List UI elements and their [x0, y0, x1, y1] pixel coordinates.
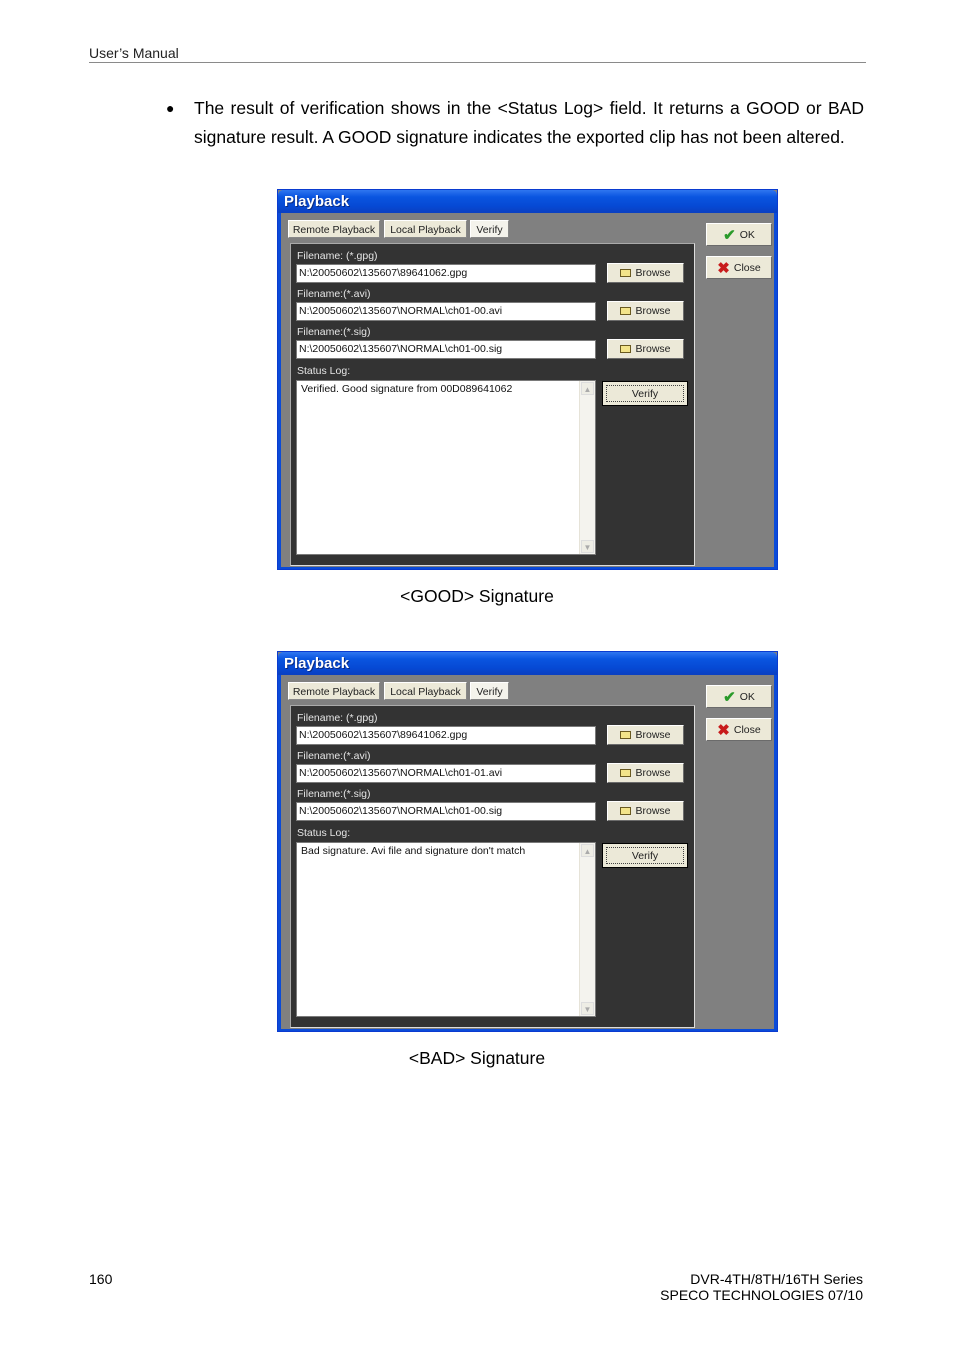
folder-icon [620, 769, 632, 777]
ok-button[interactable]: ✔ OK [706, 223, 772, 246]
checkmark-icon: ✔ [723, 226, 736, 244]
verify-button[interactable]: Verify [602, 843, 688, 868]
browse-avi-button[interactable]: Browse [607, 301, 684, 321]
sig-filename-label: Filename:(*.sig) [297, 326, 371, 338]
status-log-label: Status Log: [297, 827, 351, 839]
footer-series: DVR-4TH/8TH/16TH Series [690, 1271, 863, 1287]
ok-label: OK [739, 228, 755, 241]
title-bar[interactable]: Playback [278, 652, 777, 675]
bad-signature-caption: <BAD> Signature [408, 1048, 546, 1068]
window-border-bottom [278, 1029, 777, 1031]
folder-icon [620, 807, 632, 815]
browse-label: Browse [635, 805, 671, 817]
avi-filename-label: Filename:(*.avi) [297, 750, 371, 762]
folder-icon [620, 269, 632, 277]
gpg-filename-field[interactable]: N:\20050602\135607\89641062.gpg [296, 726, 596, 745]
browse-sig-button[interactable]: Browse [607, 339, 684, 359]
folder-icon [620, 345, 632, 353]
close-x-icon: ✖ [717, 721, 730, 739]
ok-label: OK [739, 690, 755, 703]
avi-filename-field[interactable]: N:\20050602\135607\NORMAL\ch01-00.avi [296, 302, 596, 321]
status-log-scrollbar[interactable]: ▲ ▼ [579, 381, 595, 554]
header-rule [89, 62, 866, 63]
verify-button[interactable]: Verify [602, 381, 688, 406]
browse-gpg-button[interactable]: Browse [607, 725, 684, 745]
tab-local-playback[interactable]: Local Playback [384, 682, 467, 700]
playback-dialog: Playback Remote Playback Local Playback … [277, 189, 778, 570]
browse-label: Browse [635, 305, 671, 317]
sig-filename-label: Filename:(*.sig) [297, 788, 371, 800]
title-bar[interactable]: Playback [278, 190, 777, 213]
close-button[interactable]: ✖ Close [706, 718, 772, 741]
footer-info: DVR-4TH/8TH/16TH Series SPECO TECHNOLOGI… [660, 1271, 863, 1303]
folder-icon [620, 307, 632, 315]
focus-rect [606, 847, 684, 864]
close-label: Close [733, 261, 761, 274]
status-log-text: Verified. Good signature from 00D0896410… [301, 383, 513, 395]
scroll-down-icon[interactable]: ▼ [581, 1002, 594, 1015]
tab-remote-playback[interactable]: Remote Playback [288, 220, 380, 238]
verify-panel: Filename: (*.gpg) N:\20050602\135607\896… [290, 243, 695, 566]
gpg-filename-field[interactable]: N:\20050602\135607\89641062.gpg [296, 264, 596, 283]
browse-avi-button[interactable]: Browse [607, 763, 684, 783]
gpg-filename-label: Filename: (*.gpg) [297, 250, 378, 262]
tab-verify[interactable]: Verify [470, 682, 509, 700]
browse-sig-button[interactable]: Browse [607, 801, 684, 821]
window-border-left [278, 675, 281, 1031]
ok-button[interactable]: ✔ OK [706, 685, 772, 708]
window-border-left [278, 213, 281, 569]
browse-label: Browse [635, 267, 671, 279]
close-label: Close [733, 723, 761, 736]
window-border-right [774, 675, 777, 1031]
status-log-textarea[interactable]: Bad signature. Avi file and signature do… [296, 842, 596, 1017]
tab-remote-playback[interactable]: Remote Playback [288, 682, 380, 700]
browse-gpg-button[interactable]: Browse [607, 263, 684, 283]
bullet-paragraph: ● The result of verification shows in th… [166, 94, 864, 151]
window-border-right [774, 213, 777, 569]
status-log-text: Bad signature. Avi file and signature do… [301, 845, 526, 857]
status-log-scrollbar[interactable]: ▲ ▼ [579, 843, 595, 1016]
checkmark-icon: ✔ [723, 688, 736, 706]
bullet-icon: ● [166, 100, 175, 116]
scroll-down-icon[interactable]: ▼ [581, 540, 594, 553]
dialog-title: Playback [284, 193, 350, 210]
bullet-text: The result of verification shows in the … [194, 98, 864, 147]
browse-label: Browse [635, 729, 671, 741]
close-button[interactable]: ✖ Close [706, 256, 772, 279]
footer-company: SPECO TECHNOLOGIES 07/10 [660, 1287, 863, 1303]
playback-dialog: Playback Remote Playback Local Playback … [277, 651, 778, 1032]
status-log-label: Status Log: [297, 365, 351, 377]
status-log-textarea[interactable]: Verified. Good signature from 00D0896410… [296, 380, 596, 555]
avi-filename-label: Filename:(*.avi) [297, 288, 371, 300]
sig-filename-field[interactable]: N:\20050602\135607\NORMAL\ch01-00.sig [296, 340, 596, 359]
close-x-icon: ✖ [717, 259, 730, 277]
focus-rect [606, 385, 684, 402]
browse-label: Browse [635, 767, 671, 779]
running-header: User’s Manual [89, 45, 179, 61]
browse-label: Browse [635, 343, 671, 355]
good-signature-caption: <GOOD> Signature [400, 586, 554, 606]
verify-panel: Filename: (*.gpg) N:\20050602\135607\896… [290, 705, 695, 1028]
scroll-up-icon[interactable]: ▲ [581, 844, 594, 857]
sig-filename-field[interactable]: N:\20050602\135607\NORMAL\ch01-00.sig [296, 802, 596, 821]
tab-local-playback[interactable]: Local Playback [384, 220, 467, 238]
avi-filename-field[interactable]: N:\20050602\135607\NORMAL\ch01-01.avi [296, 764, 596, 783]
scroll-up-icon[interactable]: ▲ [581, 382, 594, 395]
dialog-title: Playback [284, 655, 350, 672]
folder-icon [620, 731, 632, 739]
tab-verify[interactable]: Verify [470, 220, 509, 238]
window-border-bottom [278, 567, 777, 569]
page-number: 160 [89, 1271, 113, 1287]
gpg-filename-label: Filename: (*.gpg) [297, 712, 378, 724]
